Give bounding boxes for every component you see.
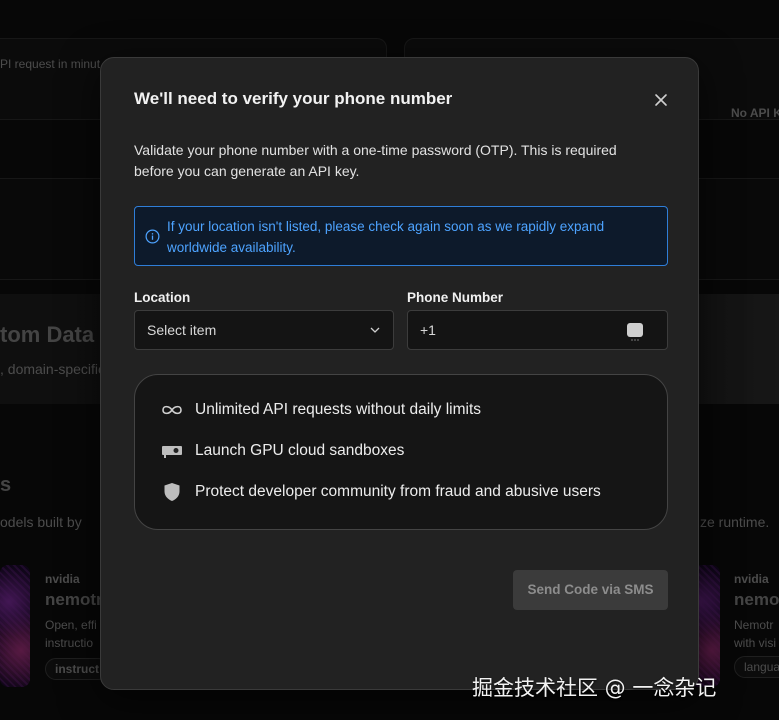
- phone-number-label: Phone Number: [407, 290, 504, 305]
- dialog-description: Validate your phone number with a one-ti…: [134, 142, 617, 179]
- benefit-item: Launch GPU cloud sandboxes: [161, 442, 404, 460]
- info-icon: [145, 229, 160, 244]
- infinity-icon: [161, 401, 183, 419]
- location-label: Location: [134, 290, 191, 305]
- autofill-icon[interactable]: [627, 323, 643, 341]
- close-icon: [655, 94, 667, 106]
- benefit-item: Unlimited API requests without daily lim…: [161, 401, 481, 419]
- benefit-text: Unlimited API requests without daily lim…: [195, 401, 482, 418]
- chevron-down-icon: [370, 327, 380, 333]
- gpu-card-icon: [161, 442, 183, 460]
- close-button[interactable]: [650, 89, 672, 111]
- phone-number-input[interactable]: +1: [407, 310, 668, 350]
- benefit-text: Launch GPU cloud sandboxes: [195, 442, 405, 459]
- location-select[interactable]: Select item: [134, 310, 394, 350]
- phone-prefix: +1: [420, 322, 436, 338]
- watermark: 掘金技术社区 @ 一念杂记: [472, 676, 717, 700]
- benefit-text: Protect developer community from fraud a…: [195, 483, 601, 500]
- dialog-title: We'll need to verify your phone number: [134, 89, 453, 108]
- benefit-item: Protect developer community from fraud a…: [161, 483, 601, 501]
- info-alert: If your location isn't listed, please ch…: [134, 206, 668, 266]
- benefits-panel: Unlimited API requests without daily lim…: [134, 374, 668, 530]
- location-select-value: Select item: [147, 322, 217, 338]
- info-alert-text: If your location isn't listed, please ch…: [167, 219, 605, 255]
- shield-icon: [161, 483, 183, 501]
- send-code-button[interactable]: Send Code via SMS: [513, 570, 668, 610]
- verify-phone-dialog: We'll need to verify your phone number V…: [100, 57, 699, 690]
